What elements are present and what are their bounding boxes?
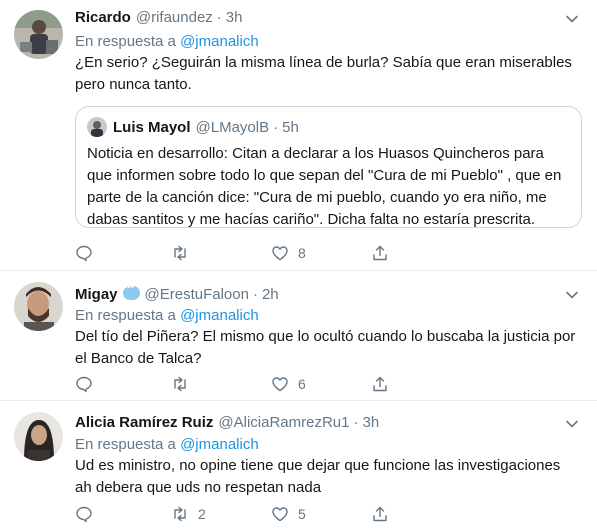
display-name[interactable]: Migay [75, 286, 118, 303]
chevron-down-icon[interactable] [565, 288, 579, 302]
reply-button[interactable] [75, 374, 102, 394]
reply-button[interactable] [75, 504, 102, 524]
retweet-icon [174, 506, 186, 522]
tweet-header: Ricardo @rifaundez · 3h [75, 9, 242, 26]
quoted-timestamp: 5h [282, 118, 299, 136]
like-icon [272, 246, 288, 261]
share-icon [373, 376, 387, 392]
share-icon [373, 506, 387, 522]
user-handle[interactable]: @AliciaRamrezRu1 [218, 414, 349, 431]
retweet-button[interactable] [171, 243, 198, 263]
avatar[interactable] [14, 412, 63, 461]
reply-icon [76, 376, 92, 393]
share-button[interactable] [371, 374, 389, 394]
retweet-count: 2 [198, 506, 206, 522]
tweet-actions: 6 [75, 374, 475, 394]
reply-context: En respuesta a @jmanalich [75, 436, 259, 453]
tweet-alicia[interactable]: Alicia Ramírez Ruiz @AliciaRamrezRu1 · 3… [0, 401, 597, 531]
separator-dot: · [353, 414, 359, 431]
tweet-text: ¿En serio? ¿Seguirán la misma línea de b… [75, 54, 572, 93]
tweet-actions: 8 [75, 243, 475, 263]
reply-context: En respuesta a @jmanalich [75, 307, 259, 324]
tweet-migay[interactable]: Migay @ErestuFaloon · 2h En respuesta a … [0, 271, 597, 401]
quoted-user-handle: @LMayolB [195, 118, 270, 136]
tweet-text: Ud es ministro, no opine tiene que dejar… [75, 457, 561, 496]
separator-dot: · [216, 9, 222, 26]
quoted-avatar [87, 117, 107, 137]
reply-mention-link[interactable]: @jmanalich [180, 33, 259, 50]
timestamp[interactable]: 3h [363, 414, 380, 431]
reply-icon [76, 245, 92, 262]
tweet-header: Alicia Ramírez Ruiz @AliciaRamrezRu1 · 3… [75, 414, 379, 431]
retweet-icon [174, 376, 186, 392]
reply-prefix: En respuesta a [75, 436, 176, 453]
quoted-display-name: Luis Mayol [113, 118, 191, 136]
like-count: 5 [298, 506, 306, 522]
tweet-text: Del tío del Piñera? El mismo que lo ocul… [75, 328, 576, 367]
speech-bubble-emoji-icon [122, 282, 140, 300]
quoted-tweet-header: Luis Mayol @LMayolB · 5h [87, 117, 299, 137]
retweet-button[interactable] [171, 374, 198, 394]
like-button[interactable]: 6 [271, 374, 306, 394]
share-button[interactable] [371, 504, 389, 524]
like-count: 6 [298, 376, 306, 392]
tweet-header: Migay @ErestuFaloon · 2h [75, 282, 279, 303]
avatar[interactable] [14, 10, 63, 59]
avatar[interactable] [14, 282, 63, 331]
reply-context: En respuesta a @jmanalich [75, 33, 259, 50]
reply-prefix: En respuesta a [75, 307, 176, 324]
tweet-actions: 2 5 [75, 504, 475, 524]
user-handle[interactable]: @ErestuFaloon [145, 286, 249, 303]
chevron-down-icon[interactable] [565, 417, 579, 431]
chevron-down-icon[interactable] [565, 12, 579, 26]
display-name[interactable]: Ricardo [75, 9, 131, 26]
like-button[interactable]: 5 [271, 504, 306, 524]
reply-mention-link[interactable]: @jmanalich [180, 436, 259, 453]
timestamp[interactable]: 2h [262, 286, 279, 303]
quoted-tweet[interactable]: Luis Mayol @LMayolB · 5h Noticia en desa… [75, 106, 582, 228]
reply-mention-link[interactable]: @jmanalich [180, 307, 259, 324]
user-handle[interactable]: @rifaundez [136, 9, 213, 26]
share-icon [373, 245, 387, 261]
reply-button[interactable] [75, 243, 102, 263]
reply-prefix: En respuesta a [75, 33, 176, 50]
separator-dot: · [273, 118, 279, 136]
timestamp[interactable]: 3h [226, 9, 243, 26]
like-button[interactable]: 8 [271, 243, 306, 263]
like-count: 8 [298, 245, 306, 261]
display-name[interactable]: Alicia Ramírez Ruiz [75, 414, 213, 431]
retweet-icon [174, 245, 186, 261]
quoted-tweet-text: Noticia en desarrollo: Citan a declarar … [87, 145, 562, 228]
retweet-button[interactable]: 2 [171, 504, 206, 524]
tweet-ricardo[interactable]: Ricardo @rifaundez · 3h En respuesta a @… [0, 0, 597, 271]
reply-icon [76, 506, 92, 523]
like-icon [272, 507, 288, 522]
separator-dot: · [252, 286, 258, 303]
like-icon [272, 377, 288, 392]
share-button[interactable] [371, 243, 389, 263]
